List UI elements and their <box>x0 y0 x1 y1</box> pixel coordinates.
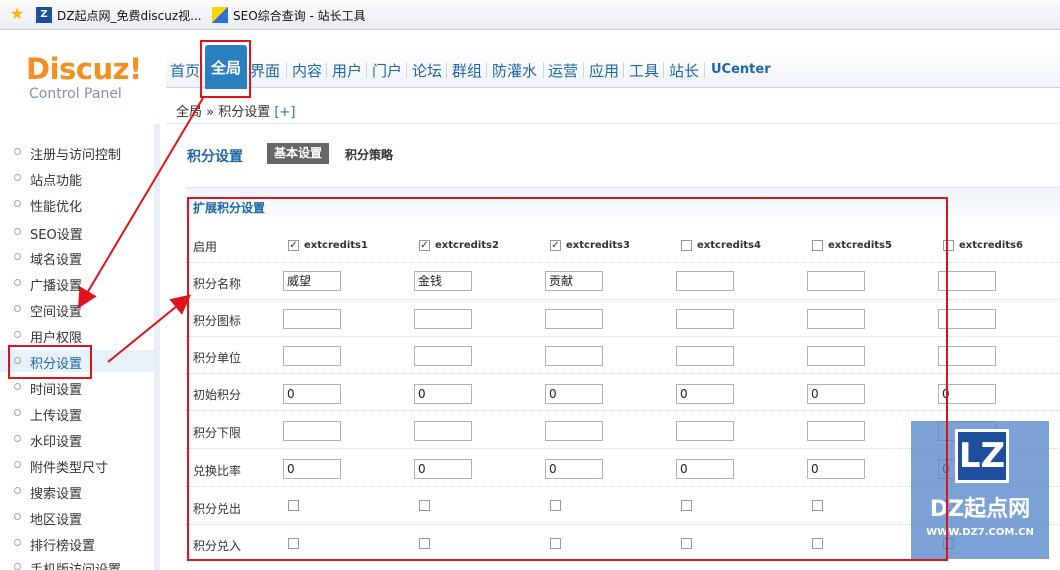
nav-divider <box>446 62 447 78</box>
sidebar-item-search[interactable]: 搜索设置 <box>0 480 154 502</box>
sidebar-item-permissions[interactable]: 用户权限 <box>0 324 154 346</box>
sidebar-item-upload[interactable]: 上传设置 <box>0 402 154 424</box>
sidebar-item-ranking[interactable]: 排行榜设置 <box>0 532 154 554</box>
tab-credit-policy[interactable]: 积分策略 <box>345 146 393 163</box>
annotation-box-sidebar-credits <box>8 345 92 379</box>
bullet-icon <box>14 409 21 416</box>
nav-tools[interactable]: 工具 <box>629 60 659 81</box>
tab-basic-settings[interactable]: 基本设置 <box>267 143 330 164</box>
breadcrumb-path: 全局 » 积分设置 <box>176 105 271 120</box>
sidebar-item-register[interactable]: 注册与访问控制 <box>0 141 154 163</box>
sidebar-item-region[interactable]: 地区设置 <box>0 506 154 528</box>
sidebar-item-mobile[interactable]: 手机版访问设置 <box>0 556 154 570</box>
lz-logo-icon: LZ <box>955 429 1009 483</box>
breadcrumb-bar: 全局 » 积分设置 [+] <box>166 89 1060 124</box>
nav-divider <box>623 62 624 78</box>
page-title: 积分设置 <box>187 149 243 165</box>
bullet-icon <box>14 563 21 570</box>
nav-apps[interactable]: 应用 <box>589 60 619 81</box>
sidebar-item-watermark[interactable]: 水印设置 <box>0 428 154 450</box>
nav-content[interactable]: 内容 <box>292 60 322 81</box>
nav-operation[interactable]: 运营 <box>548 60 578 81</box>
sidebar-item-site[interactable]: 站点功能 <box>0 167 154 189</box>
bookmark-dz7[interactable]: Z DZ起点网_免费discuz视... <box>36 6 202 24</box>
discuz-logo[interactable]: Discuz! <box>26 52 142 86</box>
dz-favicon-icon: Z <box>36 7 52 23</box>
nav-divider <box>583 62 584 78</box>
nav-groups[interactable]: 群组 <box>452 60 482 81</box>
nav-portal[interactable]: 门户 <box>372 60 402 81</box>
seo-favicon-icon <box>212 7 228 23</box>
bullet-icon <box>14 539 21 546</box>
annotation-box-credit-table <box>187 197 948 561</box>
breadcrumb: 全局 » 积分设置 [+] <box>176 101 295 120</box>
bullet-icon <box>14 200 21 207</box>
annotation-box-nav-global <box>200 40 251 98</box>
nav-divider <box>543 62 544 78</box>
breadcrumb-add-button[interactable]: [+] <box>274 105 295 120</box>
sidebar-item-seo[interactable]: SEO设置 <box>0 221 154 243</box>
nav-antispam[interactable]: 防灌水 <box>492 60 537 81</box>
bullet-icon <box>14 461 21 468</box>
sidebar-item-performance[interactable]: 性能优化 <box>0 193 154 215</box>
nav-divider <box>406 62 407 78</box>
nav-divider <box>704 62 705 78</box>
bullet-icon <box>14 487 21 494</box>
sidebar-item-time[interactable]: 时间设置 <box>0 376 154 398</box>
nav-divider <box>326 62 327 78</box>
nav-users[interactable]: 用户 <box>332 60 362 81</box>
bookmarks-bar: ★ Z DZ起点网_免费discuz视... SEO综合查询 - 站长工具 <box>0 0 1060 30</box>
bullet-icon <box>14 305 21 312</box>
sidebar-item-attachment[interactable]: 附件类型尺寸 <box>0 454 154 476</box>
bullet-icon <box>14 228 21 235</box>
nav-webmaster[interactable]: 站长 <box>669 60 699 81</box>
bullet-icon <box>14 148 21 155</box>
sidebar-item-space[interactable]: 空间设置 <box>0 298 154 320</box>
bullet-icon <box>14 513 21 520</box>
bullet-icon <box>14 331 21 338</box>
favorites-star-icon[interactable]: ★ <box>10 6 24 22</box>
nav-divider <box>486 62 487 78</box>
sidebar-item-broadcast[interactable]: 广播设置 <box>0 272 154 294</box>
sidebar-item-domain[interactable]: 域名设置 <box>0 246 154 268</box>
nav-forum[interactable]: 论坛 <box>412 60 442 81</box>
bullet-icon <box>14 383 21 390</box>
top-nav: 首页 界面 内容 用户 门户 论坛 群组 防灌水 运营 应用 工具 站长 UCe… <box>166 52 1060 88</box>
nav-home[interactable]: 首页 <box>170 60 200 81</box>
bullet-icon <box>14 279 21 286</box>
nav-ucenter[interactable]: UCenter <box>711 62 771 77</box>
column-name: extcredits6 <box>959 240 1023 251</box>
bookmark-label: SEO综合查询 - 站长工具 <box>233 8 366 23</box>
bookmark-label: DZ起点网_免费discuz视... <box>57 8 202 23</box>
bullet-icon <box>14 435 21 442</box>
bookmark-seo[interactable]: SEO综合查询 - 站长工具 <box>212 6 366 24</box>
logo-subtitle: Control Panel <box>29 86 122 102</box>
bullet-icon <box>14 253 21 260</box>
nav-divider <box>286 62 287 78</box>
nav-divider <box>366 62 367 78</box>
nav-divider <box>663 62 664 78</box>
bullet-icon <box>14 174 21 181</box>
nav-interface[interactable]: 界面 <box>250 60 280 81</box>
